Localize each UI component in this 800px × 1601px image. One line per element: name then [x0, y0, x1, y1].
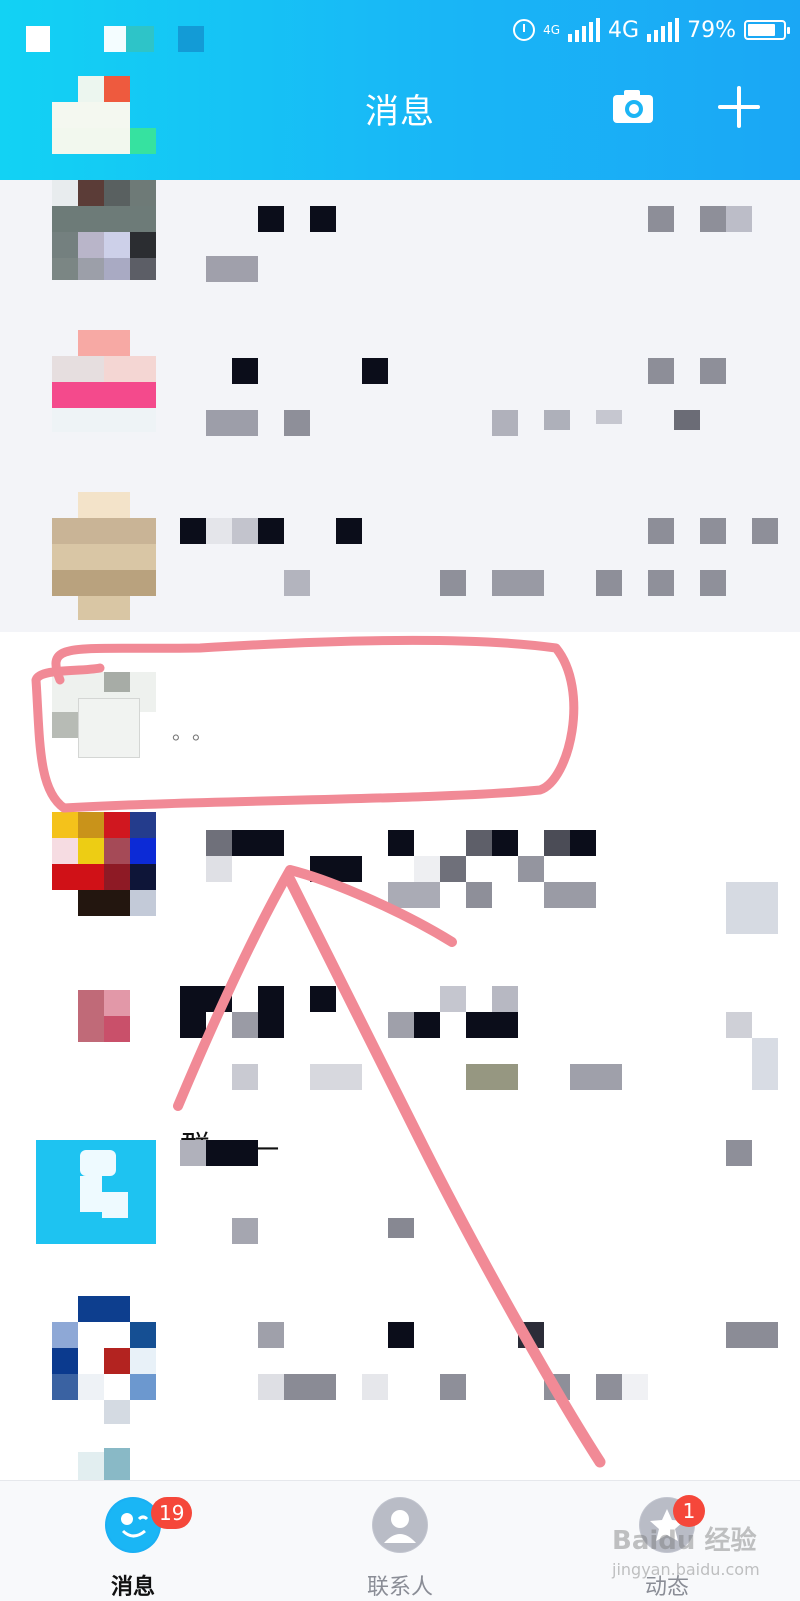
signal-icon — [568, 18, 601, 42]
battery-fill — [748, 24, 775, 36]
tab-messages[interactable]: 消息 19 — [53, 1481, 213, 1601]
avatar — [52, 180, 156, 280]
avatar — [52, 1296, 156, 1426]
page-title: 消息 — [365, 92, 435, 132]
camera-icon[interactable] — [612, 88, 654, 124]
list-item[interactable] — [0, 180, 800, 300]
tab-contacts[interactable]: 联系人 — [320, 1481, 480, 1601]
alarm-icon — [513, 19, 536, 41]
signal-icon — [647, 18, 680, 42]
status-pixel — [178, 26, 204, 52]
avatar — [52, 990, 156, 1042]
header-bar: 4G 4G 79% 消息 — [0, 0, 800, 180]
list-item[interactable] — [0, 492, 800, 622]
battery-percent: 79% — [687, 17, 736, 43]
watermark-url: jingyan.baidu.com — [612, 1560, 760, 1579]
list-item[interactable] — [0, 1296, 800, 1424]
network-top-label: 4G — [543, 23, 561, 37]
plus-icon[interactable] — [718, 86, 760, 128]
network-label: 4G — [608, 17, 640, 43]
list-item[interactable] — [0, 1448, 800, 1480]
battery-icon — [744, 20, 790, 40]
status-pixel — [26, 26, 50, 52]
avatar — [52, 672, 156, 758]
avatar — [52, 812, 156, 916]
avatar — [52, 1448, 156, 1480]
status-pixel — [104, 26, 126, 52]
unread-badge: 19 — [151, 1497, 193, 1529]
list-item-highlighted[interactable]: 。。 — [0, 660, 800, 780]
message-preview: 。。 — [172, 720, 222, 744]
contact-person-icon — [372, 1497, 428, 1553]
tab-label: 联系人 — [366, 1575, 433, 1600]
watermark-brand: Baidu 经验 — [612, 1526, 757, 1556]
status-pixel — [126, 26, 154, 52]
tab-label: 消息 — [110, 1575, 155, 1600]
status-bar: 4G 4G 79% — [0, 0, 800, 56]
avatar — [36, 1140, 156, 1244]
avatar — [52, 492, 156, 620]
avatar — [52, 330, 156, 434]
